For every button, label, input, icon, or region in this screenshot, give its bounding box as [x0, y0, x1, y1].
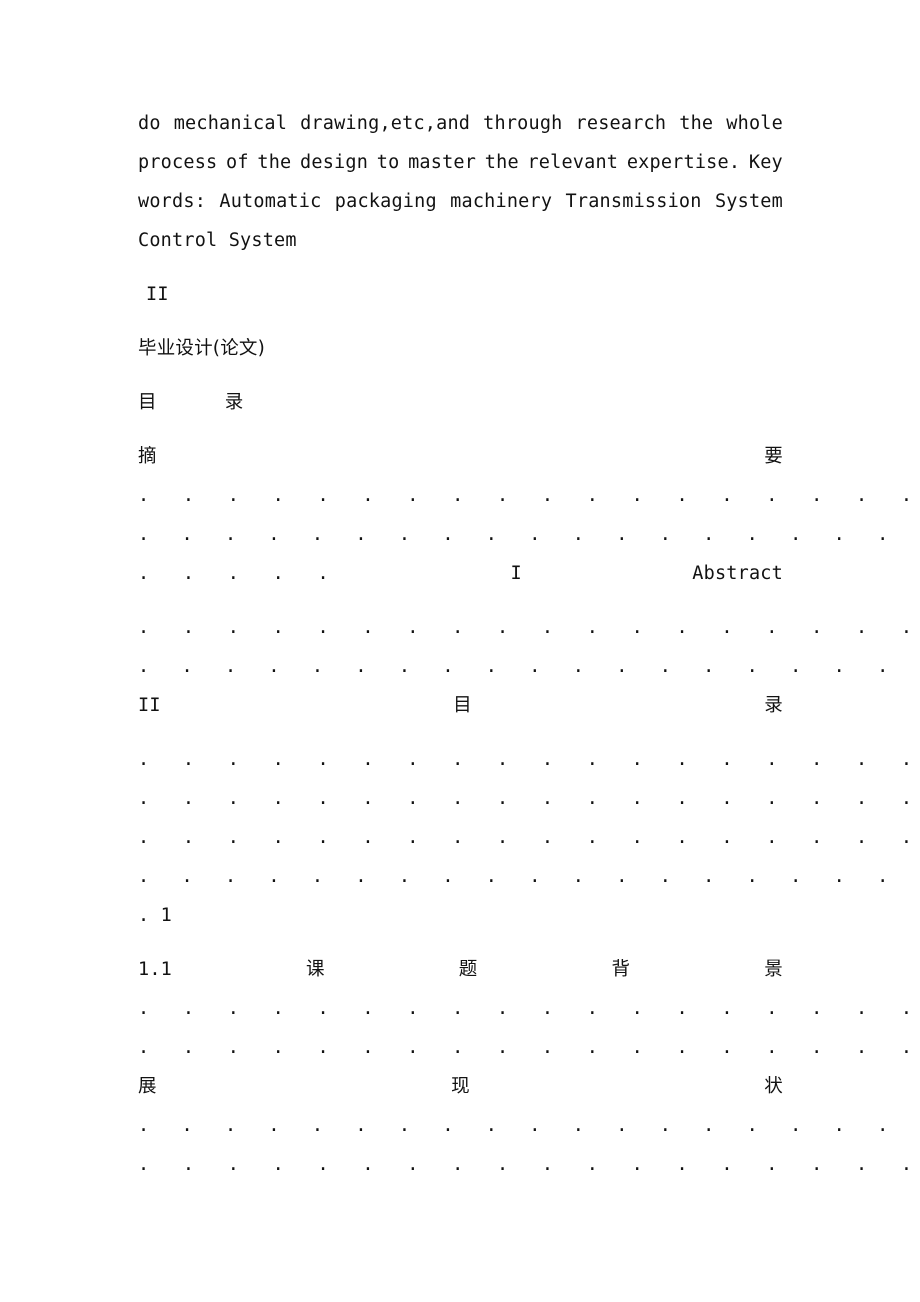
toc-leader-group-4: . . . . . . . . . . . . . . . . . . . . …: [138, 818, 912, 935]
toc-entry-title-end: 状: [764, 1076, 783, 1097]
toc-line: 展 现 状: [138, 1067, 783, 1106]
toc-page-number: II: [138, 695, 161, 716]
thesis-header-text: 毕业设计(论文): [138, 338, 266, 359]
toc-entry-title: 摘: [138, 446, 157, 467]
dot-leader: . . . . . . . . . . . . . . . . . . . . …: [138, 749, 912, 770]
abstract-line-2: process of the design to master the rele…: [138, 143, 783, 182]
dot-leader: . . . . . . . . . . . . . . . . . . . . …: [138, 998, 912, 1019]
word: System: [714, 191, 783, 212]
dot-leader: . . . . . . . . . . . . . . . . . . . . …: [138, 617, 912, 638]
word: design: [300, 152, 369, 173]
dot-leader: . . . . . . . . . . . . . . . . . . . . …: [138, 788, 912, 809]
page-marker-label: II: [146, 284, 169, 305]
toc-entry-1-1: 1.1 课 题 背 景: [138, 950, 783, 989]
word: Key: [748, 152, 783, 173]
page-marker: II: [138, 275, 783, 314]
toc-entry-title-end: 景: [764, 959, 783, 980]
word: packaging: [334, 191, 437, 212]
dot-leader: . . . . .: [138, 563, 340, 584]
toc-page-number: I: [510, 563, 522, 584]
toc-line: . . . . . . . . . . . . . . . . . . . . …: [138, 1028, 912, 1067]
toc-leader-group-3: . . . . . . . . . . . . . . . . . . . . …: [138, 740, 912, 818]
toc-line: 1.1 课 题 背 景: [138, 950, 783, 989]
toc-entry-number: 1.1: [138, 959, 173, 980]
word: expertise.: [626, 152, 741, 173]
toc-entry-title: Abstract: [692, 563, 783, 584]
abstract-line-4: Control System: [138, 221, 783, 260]
toc-line: . . . . . . . . . . . . . . . . . . . . …: [138, 779, 912, 818]
word: Control System: [138, 230, 297, 251]
word: Automatic: [219, 191, 322, 212]
toc-entry-title-end: 要: [764, 446, 783, 467]
word: master: [408, 152, 477, 173]
toc-leader-group-6: . . . . . . . . . . . . . . . . . . . . …: [138, 1106, 912, 1184]
toc-leader-group-5: . . . . . . . . . . . . . . . . . . . . …: [138, 989, 912, 1106]
toc-page-number: . 1: [138, 905, 173, 926]
toc-entry-abstract-cn: 摘 要: [138, 437, 783, 476]
toc-leader-group-2: . . . . . . . . . . . . . . . . . . . . …: [138, 608, 912, 725]
word: do: [138, 113, 161, 134]
word: relevant: [527, 152, 619, 173]
word: to: [376, 152, 400, 173]
toc-entry-title: 展: [138, 1076, 157, 1097]
toc-entry-title: 背: [611, 959, 631, 980]
dot-leader: . . . . . . . . . . . . . . . . . . . . …: [138, 524, 899, 545]
thesis-header-label: 毕业设计(论文): [138, 329, 783, 368]
word: process: [138, 152, 218, 173]
toc-line: . . . . . . . . . . . . . . . . . . . . …: [138, 1145, 912, 1184]
toc-line: . 1: [138, 896, 783, 935]
word: Transmission: [565, 191, 702, 212]
dot-leader: . . . . . . . . . . . . . . . . . . . . …: [138, 485, 912, 506]
dot-leader: . . . . . . . . . . . . . . . . . . . . …: [138, 656, 899, 677]
word: machinery: [450, 191, 553, 212]
abstract-line-3-keywords: words: Automatic packaging machinery Tra…: [138, 182, 783, 221]
abstract-line-1: do mechanical drawing,etc,and through re…: [138, 104, 783, 143]
document-page: do mechanical drawing,etc,and through re…: [0, 0, 920, 1302]
keywords-label: words:: [138, 191, 207, 212]
word: the: [484, 152, 519, 173]
dot-leader: . . . . . . . . . . . . . . . . . . . . …: [138, 827, 912, 848]
dot-leader: . . . . . . . . . . . . . . . . . . . . …: [138, 1154, 912, 1175]
word: the: [679, 113, 714, 134]
word: of: [226, 152, 249, 173]
toc-line: 摘 要: [138, 437, 783, 476]
toc-title-right: 录: [224, 392, 244, 413]
toc-entry-title: 现: [451, 1076, 470, 1097]
dot-leader: . . . . . . . . . . . . . . . . . . . . …: [138, 1115, 899, 1136]
toc-entry-title-end: 录: [764, 695, 783, 716]
word: through: [483, 113, 563, 134]
word: research: [575, 113, 667, 134]
toc-title-left: 目: [138, 392, 157, 413]
toc-line: . . . . . I Abstract: [138, 554, 783, 593]
word: the: [257, 152, 292, 173]
word: whole: [726, 113, 783, 134]
dot-leader: . . . . . . . . . . . . . . . . . . . . …: [138, 1037, 912, 1058]
word: drawing,etc,and: [300, 113, 471, 134]
toc-line: II 目 录: [138, 686, 783, 725]
toc-entry-title: 题: [458, 959, 478, 980]
toc-title: 目 录: [138, 383, 783, 422]
word: mechanical: [173, 113, 288, 134]
dot-leader: . . . . . . . . . . . . . . . . . . . . …: [138, 866, 899, 887]
page-content: do mechanical drawing,etc,and through re…: [138, 104, 912, 1184]
toc-leader-group-1: . . . . . . . . . . . . . . . . . . . . …: [138, 476, 912, 593]
abstract-paragraph: do mechanical drawing,etc,and through re…: [138, 104, 783, 260]
toc-entry-title: 目: [453, 695, 472, 716]
toc-entry-title: 课: [306, 959, 325, 980]
